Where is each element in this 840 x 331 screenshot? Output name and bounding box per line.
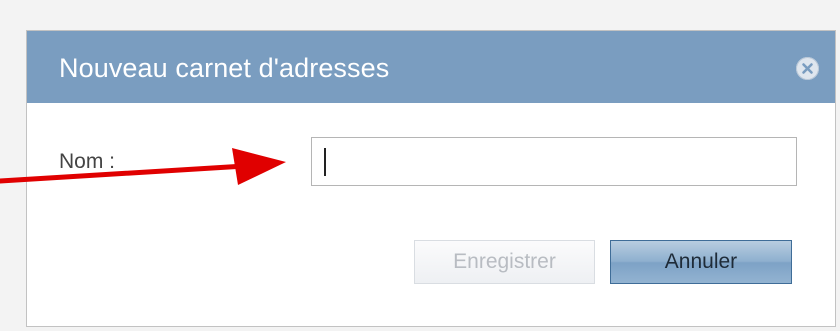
- cancel-button[interactable]: Annuler: [610, 240, 792, 284]
- save-button[interactable]: Enregistrer: [414, 240, 595, 284]
- address-book-dialog: Nouveau carnet d'adresses Nom : Enregist…: [26, 30, 836, 327]
- screen: Nouveau carnet d'adresses Nom : Enregist…: [0, 0, 840, 331]
- name-input[interactable]: [311, 137, 797, 186]
- name-label: Nom :: [59, 150, 116, 173]
- dialog-header: Nouveau carnet d'adresses: [27, 31, 835, 103]
- dialog-title: Nouveau carnet d'adresses: [59, 53, 390, 83]
- text-cursor: [324, 148, 326, 176]
- close-icon-glyph: [802, 63, 813, 74]
- close-icon[interactable]: [796, 57, 819, 80]
